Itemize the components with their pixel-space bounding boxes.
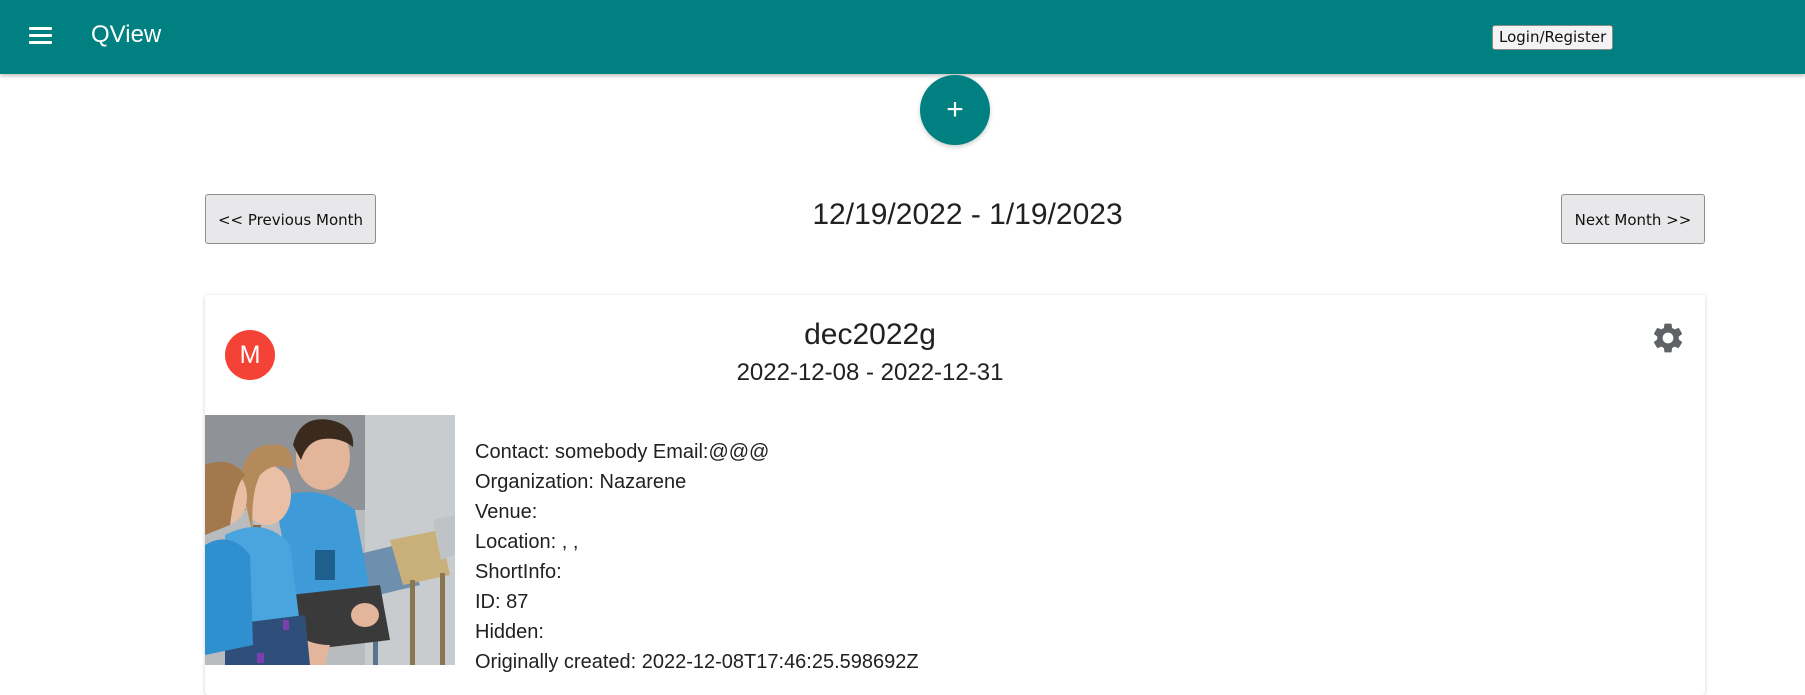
previous-month-button[interactable]: << Previous Month <box>205 194 376 244</box>
add-event-button[interactable]: + <box>920 75 990 145</box>
app-title: QView <box>91 21 162 48</box>
detail-id: ID: 87 <box>475 591 529 613</box>
app-bar: QView Login/Register <box>0 0 1805 74</box>
plus-icon: + <box>946 93 964 126</box>
event-title: dec2022g <box>804 318 936 351</box>
event-card: M dec2022g 2022-12-08 - 2022-12-31 Conta… <box>205 295 1705 695</box>
gear-icon[interactable] <box>1650 320 1686 356</box>
detail-contact: Contact: somebody Email:@@@ <box>475 441 770 463</box>
detail-shortinfo: ShortInfo: <box>475 561 562 583</box>
detail-organization: Organization: Nazarene <box>475 471 687 493</box>
detail-hidden: Hidden: <box>475 621 544 643</box>
next-month-button[interactable]: Next Month >> <box>1561 194 1705 244</box>
detail-venue: Venue: <box>475 501 538 523</box>
menu-icon[interactable] <box>26 22 56 52</box>
detail-created: Originally created: 2022-12-08T17:46:25.… <box>475 651 919 673</box>
login-register-button[interactable]: Login/Register <box>1492 25 1614 50</box>
date-range-title: 12/19/2022 - 1/19/2023 <box>812 198 1123 231</box>
event-photo <box>205 415 455 665</box>
event-details: Contact: somebody Email:@@@ Organization… <box>475 437 919 677</box>
avatar: M <box>225 330 275 380</box>
detail-location: Location: , , <box>475 531 579 553</box>
event-dates: 2022-12-08 - 2022-12-31 <box>736 359 1004 386</box>
